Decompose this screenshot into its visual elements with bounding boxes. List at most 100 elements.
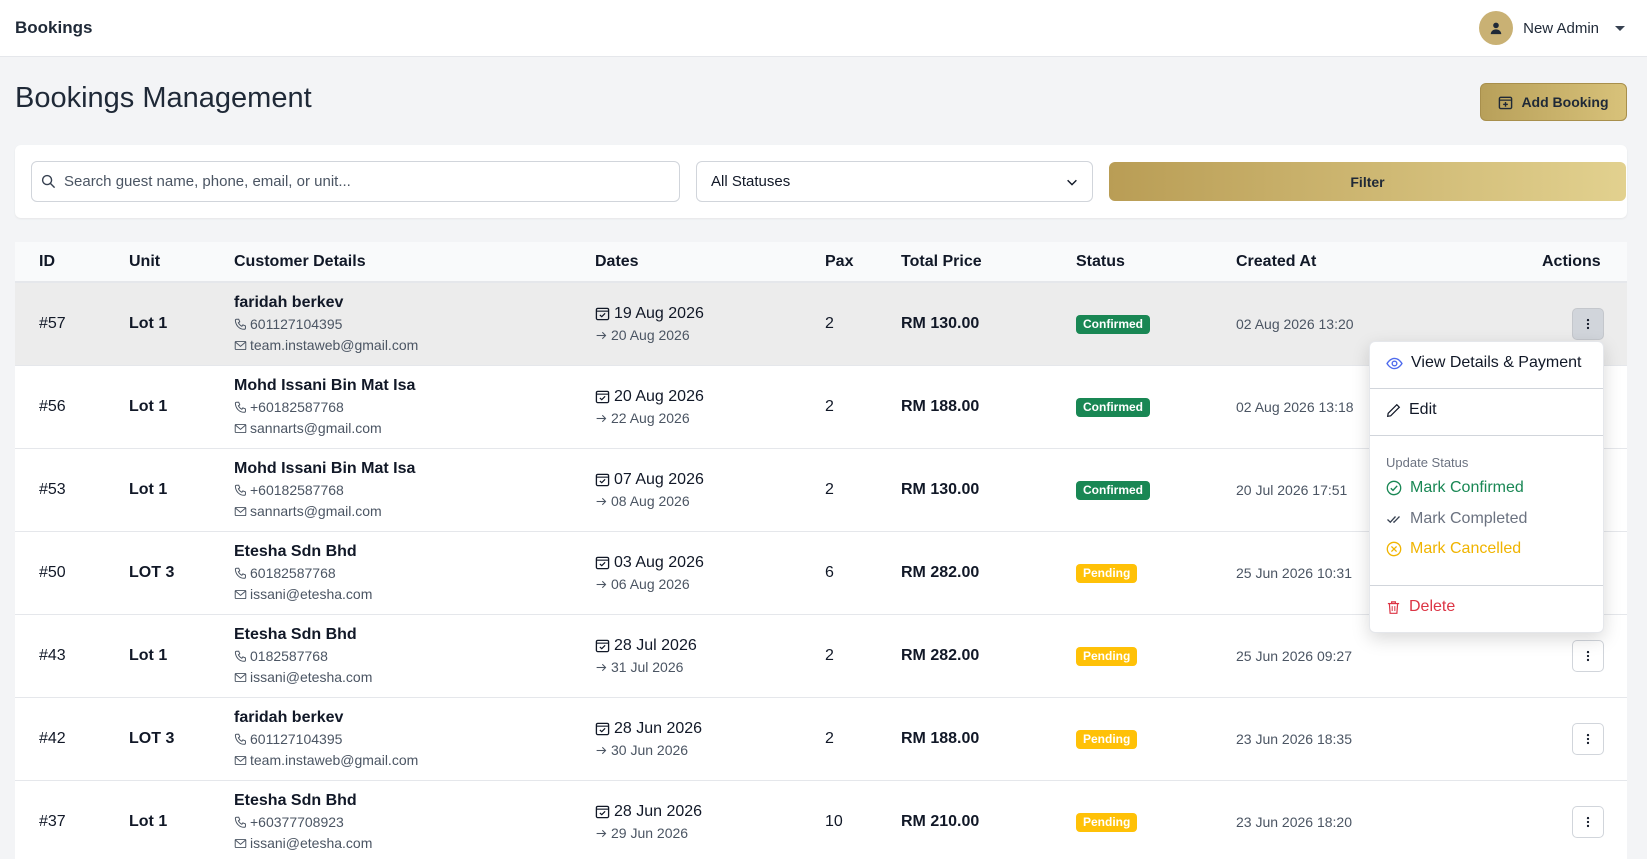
unit-name: Lot 1 bbox=[129, 647, 168, 664]
envelope-icon bbox=[234, 506, 247, 517]
unit-name: Lot 1 bbox=[129, 315, 168, 332]
row-actions-button[interactable] bbox=[1572, 723, 1604, 755]
created-at: 25 Jun 2026 09:27 bbox=[1236, 648, 1352, 664]
status-cell: Confirmed bbox=[1076, 283, 1150, 365]
menu-mark-confirmed-label: Mark Confirmed bbox=[1410, 479, 1524, 496]
check-out-date: 30 Jun 2026 bbox=[595, 740, 688, 761]
avatar bbox=[1479, 11, 1514, 45]
add-booking-button[interactable]: Add Booking bbox=[1480, 83, 1627, 121]
check-in-text: 19 Aug 2026 bbox=[614, 305, 704, 322]
check-in-date: 07 Aug 2026 bbox=[595, 468, 704, 491]
check-out-date: 22 Aug 2026 bbox=[595, 408, 690, 429]
phone-text: +60182587768 bbox=[250, 482, 344, 498]
search-input[interactable] bbox=[64, 173, 664, 190]
check-in-date: 28 Jun 2026 bbox=[595, 800, 702, 823]
phone-icon bbox=[234, 567, 246, 579]
calendar-check-icon bbox=[595, 390, 610, 404]
row-actions-button[interactable] bbox=[1572, 806, 1604, 838]
chevron-down-icon bbox=[1067, 179, 1077, 186]
total-price: RM 282.00 bbox=[901, 647, 980, 664]
pax-count: 2 bbox=[825, 398, 834, 415]
created-at: 23 Jun 2026 18:35 bbox=[1236, 731, 1352, 747]
header-id: ID bbox=[39, 252, 55, 270]
menu-item-edit[interactable]: Edit bbox=[1386, 401, 1437, 419]
phone-text: 601127104395 bbox=[250, 316, 343, 332]
status-cell: Pending bbox=[1076, 781, 1138, 859]
unit-name: Lot 1 bbox=[129, 813, 168, 830]
user-menu[interactable]: New Admin bbox=[1479, 11, 1625, 45]
calendar-check-icon bbox=[595, 722, 610, 736]
menu-edit-label: Edit bbox=[1409, 401, 1437, 418]
more-vertical-icon bbox=[1586, 650, 1590, 662]
menu-mark-cancelled-label: Mark Cancelled bbox=[1410, 540, 1522, 557]
pax-count: 10 bbox=[825, 813, 843, 830]
created-at: 02 Aug 2026 13:20 bbox=[1236, 316, 1354, 332]
filter-button[interactable]: Filter bbox=[1109, 162, 1626, 201]
menu-delete-label: Delete bbox=[1409, 598, 1456, 615]
customer-phone: 60182587768 bbox=[234, 563, 336, 584]
header-pax: Pax bbox=[825, 252, 854, 270]
menu-item-mark-completed[interactable]: Mark Completed bbox=[1386, 510, 1527, 528]
customer-name: Mohd Issani Bin Mat Isa bbox=[234, 460, 416, 477]
unit-name: LOT 3 bbox=[129, 730, 175, 747]
check-in-date: 28 Jul 2026 bbox=[595, 634, 697, 657]
menu-item-delete[interactable]: Delete bbox=[1386, 598, 1455, 616]
search-box[interactable] bbox=[31, 161, 680, 202]
search-icon bbox=[41, 174, 56, 189]
row-actions-button[interactable] bbox=[1572, 640, 1604, 672]
menu-item-mark-cancelled[interactable]: Mark Cancelled bbox=[1386, 540, 1521, 558]
customer-name: Etesha Sdn Bhd bbox=[234, 543, 357, 560]
pax-count: 2 bbox=[825, 481, 834, 498]
total-price: RM 188.00 bbox=[901, 730, 980, 747]
table-header: ID Unit Customer Details Dates Pax Total… bbox=[15, 242, 1627, 283]
customer-phone: +60182587768 bbox=[234, 480, 344, 501]
phone-icon bbox=[234, 484, 246, 496]
booking-dates: 03 Aug 2026 06 Aug 2026 bbox=[595, 532, 704, 614]
phone-text: 601127104395 bbox=[250, 731, 343, 747]
status-badge: Confirmed bbox=[1076, 314, 1150, 334]
phone-text: 0182587768 bbox=[250, 648, 328, 664]
menu-view-label: View Details & Payment bbox=[1411, 354, 1582, 371]
check-in-date: 20 Aug 2026 bbox=[595, 385, 704, 408]
app-title[interactable]: Bookings bbox=[15, 18, 92, 38]
customer-email: sannarts@gmail.com bbox=[234, 501, 382, 522]
status-select[interactable]: All Statuses bbox=[696, 161, 1093, 202]
eye-icon bbox=[1386, 357, 1403, 369]
unit-name: Lot 1 bbox=[129, 481, 168, 498]
customer-name: faridah berkev bbox=[234, 294, 344, 311]
email-text: issani@etesha.com bbox=[250, 835, 373, 851]
total-price: RM 130.00 bbox=[901, 481, 980, 498]
check-out-date: 20 Aug 2026 bbox=[595, 325, 690, 346]
row-actions-menu: View Details & Payment Edit Update Statu… bbox=[1369, 341, 1604, 633]
booking-dates: 07 Aug 2026 08 Aug 2026 bbox=[595, 449, 704, 531]
customer-details: Mohd Issani Bin Mat Isa +60182587768 sanna… bbox=[234, 449, 415, 531]
arrow-right-icon bbox=[596, 829, 607, 838]
phone-text: 60182587768 bbox=[250, 565, 336, 581]
check-in-date: 28 Jun 2026 bbox=[595, 717, 702, 740]
customer-phone: +60377708923 bbox=[234, 812, 344, 833]
table-row: #37 Lot 1 Etesha Sdn Bhd +60377708923 issani… bbox=[15, 781, 1627, 859]
email-text: issani@etesha.com bbox=[250, 669, 373, 685]
customer-email: issani@etesha.com bbox=[234, 584, 372, 605]
customer-name: Mohd Issani Bin Mat Isa bbox=[234, 377, 416, 394]
pax-count: 2 bbox=[825, 730, 834, 747]
customer-details: Etesha Sdn Bhd 0182587768 issani@etesha.co… bbox=[234, 615, 372, 697]
user-icon bbox=[1490, 22, 1502, 35]
unit-name: Lot 1 bbox=[129, 398, 168, 415]
calendar-check-icon bbox=[595, 639, 610, 653]
arrow-right-icon bbox=[596, 497, 607, 506]
calendar-check-icon bbox=[595, 307, 610, 321]
envelope-icon bbox=[234, 340, 247, 351]
status-badge: Pending bbox=[1076, 729, 1138, 749]
check-in-date: 19 Aug 2026 bbox=[595, 302, 704, 325]
arrow-right-icon bbox=[596, 331, 607, 340]
created-at: 20 Jul 2026 17:51 bbox=[1236, 482, 1348, 498]
row-actions-button[interactable] bbox=[1572, 308, 1604, 340]
status-badge: Pending bbox=[1076, 563, 1138, 583]
menu-item-view-details[interactable]: View Details & Payment bbox=[1386, 354, 1581, 372]
total-price: RM 282.00 bbox=[901, 564, 980, 581]
envelope-icon bbox=[234, 755, 247, 766]
customer-email: team.instaweb@gmail.com bbox=[234, 750, 418, 771]
status-cell: Confirmed bbox=[1076, 449, 1150, 531]
menu-item-mark-confirmed[interactable]: Mark Confirmed bbox=[1386, 479, 1524, 497]
